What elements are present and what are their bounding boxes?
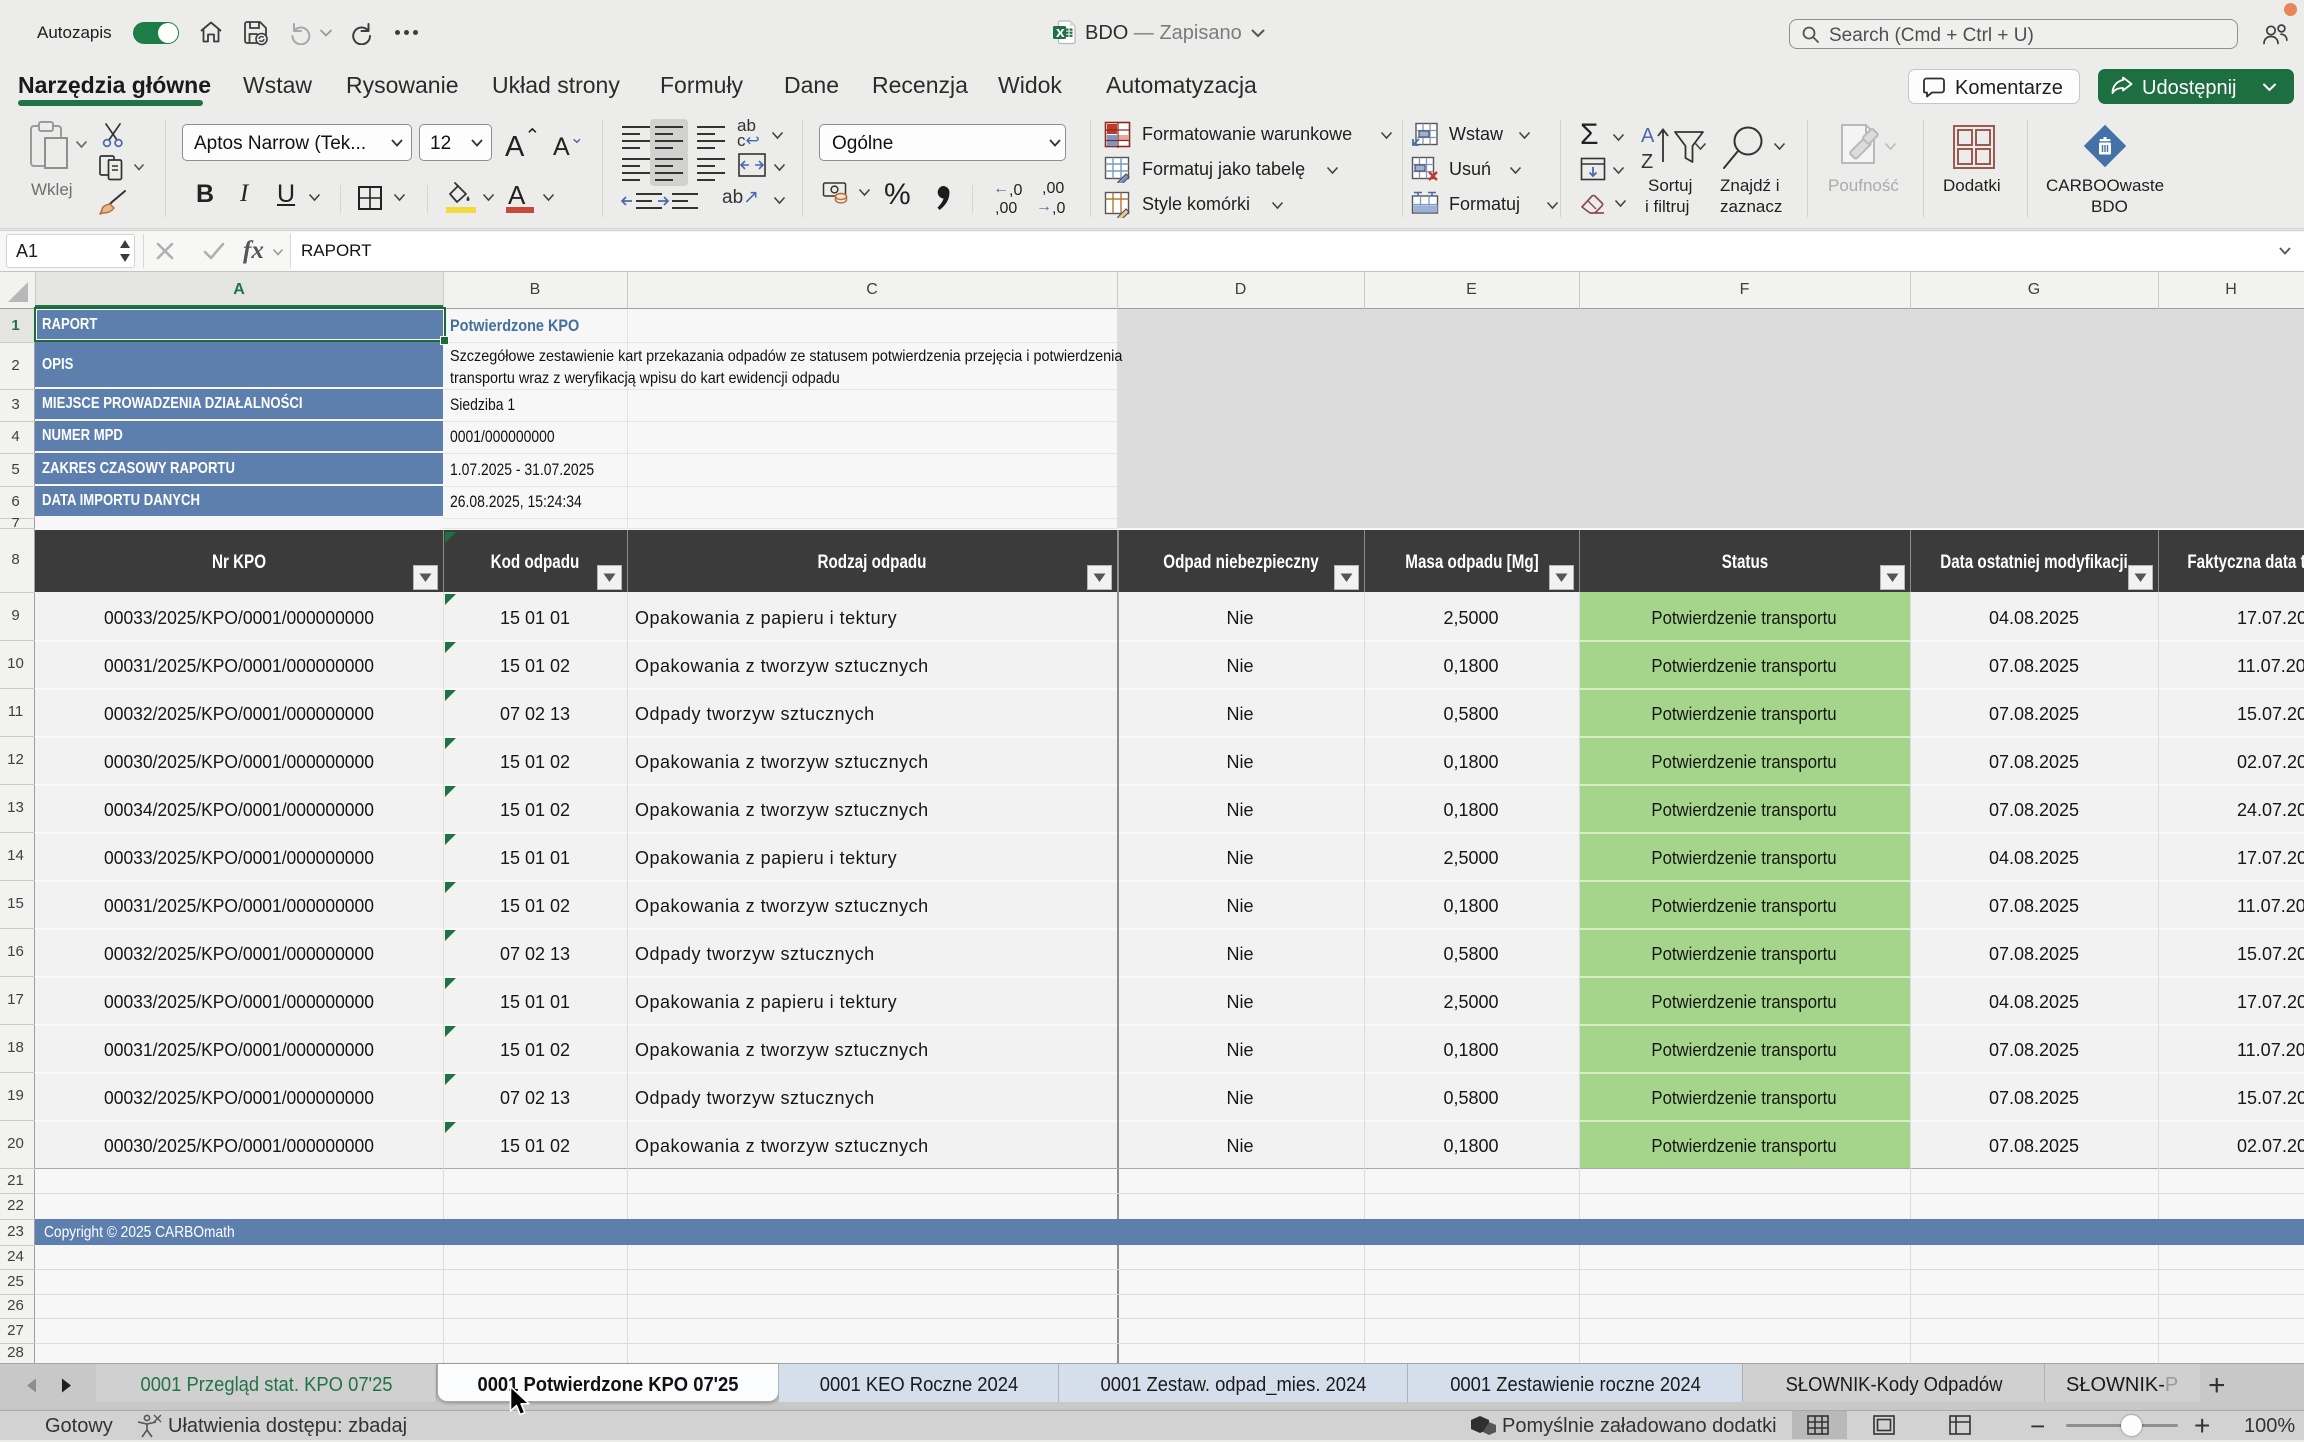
svg-text:Z: Z — [1641, 151, 1653, 173]
svg-text:A: A — [1641, 125, 1655, 147]
